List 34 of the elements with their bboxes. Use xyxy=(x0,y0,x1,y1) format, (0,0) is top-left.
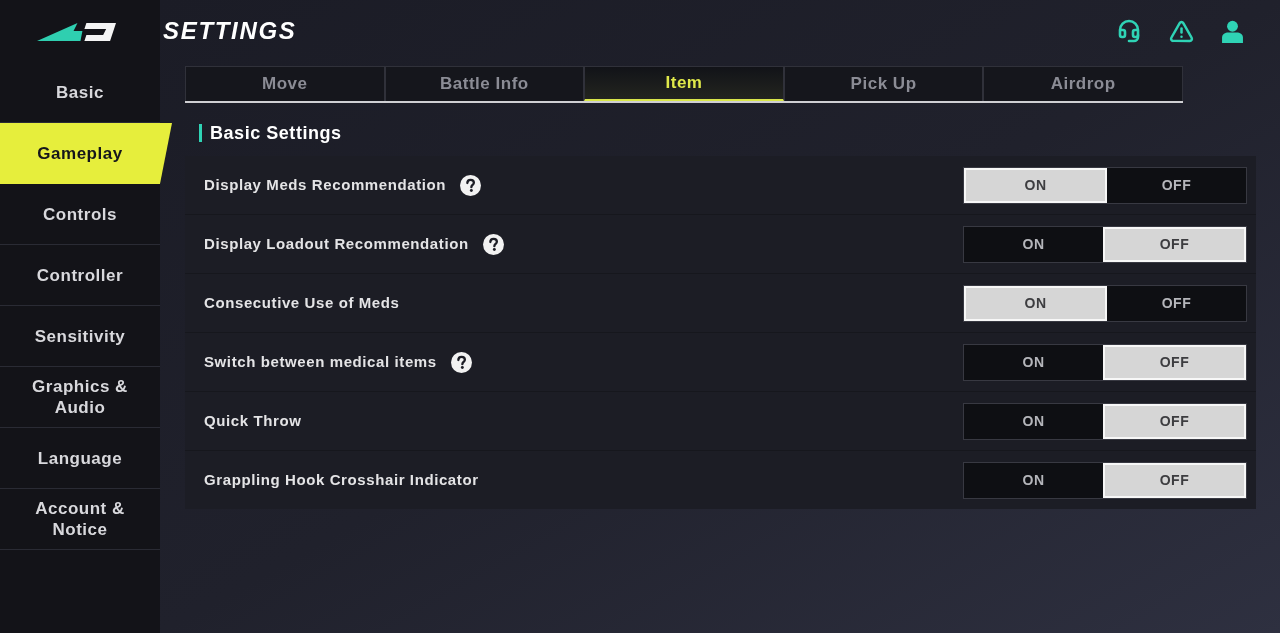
toggle-option[interactable]: ON xyxy=(964,462,1103,498)
logo-icon xyxy=(37,21,116,41)
tab[interactable]: Battle Info xyxy=(384,66,585,101)
toggle-option[interactable]: ON xyxy=(964,226,1103,262)
accent-bar xyxy=(199,124,202,142)
toggle-option[interactable]: ON xyxy=(964,285,1107,321)
tab[interactable]: Airdrop xyxy=(983,66,1183,101)
help-icon[interactable] xyxy=(482,233,504,255)
toggle-option[interactable]: ON xyxy=(964,344,1103,380)
help-icon[interactable] xyxy=(450,351,472,373)
tab[interactable]: Item xyxy=(584,66,784,101)
warning-icon[interactable] xyxy=(1169,18,1194,44)
toggle-option[interactable]: OFF xyxy=(1103,403,1246,439)
setting-label: Display Meds Recommendation xyxy=(204,174,447,195)
toggle-option[interactable]: ON xyxy=(964,167,1107,203)
headset-icon[interactable] xyxy=(1117,19,1141,43)
setting-label: Switch between medical items xyxy=(204,351,437,372)
setting-label: Quick Throw xyxy=(204,410,302,431)
toggle-option[interactable]: OFF xyxy=(1103,344,1246,380)
toggle-option[interactable]: OFF xyxy=(1107,285,1246,321)
setting-label: Consecutive Use of Meds xyxy=(204,292,400,313)
toggle-option[interactable]: OFF xyxy=(1103,462,1246,498)
user-icon[interactable] xyxy=(1222,19,1243,43)
setting-label: Display Loadout Recommendation xyxy=(204,233,469,254)
section-title: Basic Settings xyxy=(210,121,342,145)
toggle-option[interactable]: OFF xyxy=(1107,167,1246,203)
tab[interactable]: Pick Up xyxy=(783,66,984,101)
page-title: SETTINGS xyxy=(163,16,297,46)
sidebar-item[interactable]: Gameplay xyxy=(0,123,172,184)
toggle-option[interactable]: ON xyxy=(964,403,1103,439)
tab[interactable]: Move xyxy=(185,66,385,101)
help-icon[interactable] xyxy=(460,174,482,196)
setting-label: Grappling Hook Crosshair Indicator xyxy=(204,469,479,490)
toggle-option[interactable]: OFF xyxy=(1103,226,1246,262)
